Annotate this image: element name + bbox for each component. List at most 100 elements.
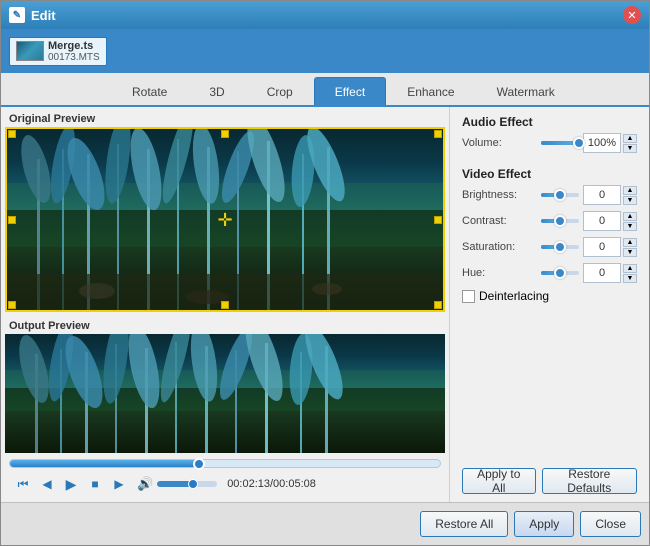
brightness-value[interactable]: 0 [583, 185, 621, 205]
brightness-label: Brightness: [462, 189, 537, 201]
volume-slider-track[interactable] [541, 141, 579, 145]
original-video-scene: ✛ [7, 129, 443, 310]
output-video-scene [5, 334, 445, 453]
crop-handle-bm[interactable] [221, 301, 229, 309]
crop-handle-br[interactable] [434, 301, 442, 309]
volume-icon: 🔊 [137, 476, 153, 492]
saturation-down[interactable]: ▼ [623, 248, 637, 257]
file-thumbnail [16, 41, 44, 61]
brightness-down[interactable]: ▼ [623, 196, 637, 205]
apply-to-all-button[interactable]: Apply to All [462, 468, 536, 494]
brightness-track[interactable] [541, 193, 579, 197]
deinterlacing-row: Deinterlacing [462, 289, 637, 303]
contrast-down[interactable]: ▼ [623, 222, 637, 231]
output-scene-svg [5, 334, 445, 453]
prev-frame-button[interactable]: ◀ [37, 474, 57, 494]
restore-defaults-button[interactable]: Restore Defaults [542, 468, 637, 494]
original-preview-label: Original Preview [5, 111, 445, 127]
output-preview-box [5, 334, 445, 453]
close-window-button[interactable]: ✕ [623, 6, 641, 24]
skip-back-button[interactable]: ⏮ [13, 474, 33, 494]
stop-button[interactable]: ■ [85, 474, 105, 494]
contrast-up[interactable]: ▲ [623, 212, 637, 221]
right-panel: Audio Effect Volume: 100% ▲ ▼ [449, 107, 649, 502]
saturation-dot[interactable] [554, 241, 566, 253]
saturation-row: Saturation: 0 ▲ ▼ [462, 237, 637, 257]
brightness-dot[interactable] [554, 189, 566, 201]
tab-bar: Rotate 3D Crop Effect Enhance Watermark [1, 73, 649, 107]
tab-crop[interactable]: Crop [246, 77, 314, 105]
hue-up[interactable]: ▲ [623, 264, 637, 273]
saturation-up[interactable]: ▲ [623, 238, 637, 247]
close-button[interactable]: Close [580, 511, 641, 537]
brightness-row: Brightness: 0 ▲ ▼ [462, 185, 637, 205]
volume-container: 🔊 [137, 476, 217, 492]
progress-fill [10, 460, 199, 467]
file-bar: Merge.ts 00173.MTS [1, 29, 649, 73]
crop-handle-tm[interactable] [221, 130, 229, 138]
volume-thumb[interactable] [188, 479, 198, 489]
window-icon: ✎ [9, 7, 25, 23]
contrast-label: Contrast: [462, 215, 537, 227]
saturation-label: Saturation: [462, 241, 537, 253]
play-button[interactable]: ▶ [61, 474, 81, 494]
crop-handle-tr[interactable] [434, 130, 442, 138]
title-bar: ✎ Edit ✕ [1, 1, 649, 29]
hue-down[interactable]: ▼ [623, 274, 637, 283]
saturation-value-group: 0 ▲ ▼ [583, 237, 637, 257]
audio-effect-title: Audio Effect [462, 115, 637, 129]
footer: Restore All Apply Close [1, 502, 649, 545]
tab-rotate[interactable]: Rotate [111, 77, 188, 105]
contrast-spin: ▲ ▼ [623, 212, 637, 231]
tab-watermark[interactable]: Watermark [476, 77, 576, 105]
volume-value-group: 100% ▲ ▼ [583, 133, 637, 153]
file-name: Merge.ts [48, 40, 100, 52]
crop-handle-tl[interactable] [8, 130, 16, 138]
crop-crosshair: ✛ [217, 211, 232, 229]
transport-bar: ⏮ ◀ ▶ ■ ▶ 🔊 00:02:13/00:05:08 [5, 470, 445, 498]
volume-value-box[interactable]: 100% [583, 133, 621, 153]
file-subname: 00173.MTS [48, 52, 100, 63]
window-title: Edit [31, 8, 623, 23]
audio-effect-section: Audio Effect Volume: 100% ▲ ▼ [462, 115, 637, 159]
crop-handle-mr[interactable] [434, 216, 442, 224]
contrast-row: Contrast: 0 ▲ ▼ [462, 211, 637, 231]
original-preview-box: ✛ [5, 127, 445, 312]
contrast-value-group: 0 ▲ ▼ [583, 211, 637, 231]
volume-slider[interactable] [157, 481, 217, 487]
crop-handle-bl[interactable] [8, 301, 16, 309]
contrast-value[interactable]: 0 [583, 211, 621, 231]
crop-handle-ml[interactable] [8, 216, 16, 224]
file-item[interactable]: Merge.ts 00173.MTS [9, 37, 107, 66]
restore-all-button[interactable]: Restore All [420, 511, 508, 537]
saturation-value[interactable]: 0 [583, 237, 621, 257]
hue-dot[interactable] [554, 267, 566, 279]
contrast-track[interactable] [541, 219, 579, 223]
hue-value-group: 0 ▲ ▼ [583, 263, 637, 283]
saturation-track[interactable] [541, 245, 579, 249]
hue-spin: ▲ ▼ [623, 264, 637, 283]
progress-thumb[interactable] [193, 458, 205, 470]
hue-value[interactable]: 0 [583, 263, 621, 283]
apply-button[interactable]: Apply [514, 511, 574, 537]
volume-slider-dot[interactable] [573, 137, 585, 149]
hue-row: Hue: 0 ▲ ▼ [462, 263, 637, 283]
contrast-dot[interactable] [554, 215, 566, 227]
video-effect-section: Video Effect Brightness: 0 ▲ ▼ [462, 167, 637, 303]
video-effect-title: Video Effect [462, 167, 637, 181]
volume-down-btn[interactable]: ▼ [623, 144, 637, 153]
edit-window: ✎ Edit ✕ Merge.ts 00173.MTS Rotate 3D Cr… [0, 0, 650, 546]
tab-enhance[interactable]: Enhance [386, 77, 475, 105]
volume-spin: ▲ ▼ [623, 134, 637, 153]
deinterlacing-checkbox[interactable] [462, 290, 475, 303]
time-display: 00:02:13/00:05:08 [227, 478, 316, 490]
next-frame-button[interactable]: ▶ [109, 474, 129, 494]
hue-track[interactable] [541, 271, 579, 275]
brightness-up[interactable]: ▲ [623, 186, 637, 195]
volume-up-btn[interactable]: ▲ [623, 134, 637, 143]
main-content: Original Preview [1, 107, 649, 502]
tab-effect[interactable]: Effect [314, 77, 386, 105]
preview-area: Original Preview [1, 107, 449, 502]
playback-progress[interactable] [9, 459, 441, 468]
tab-3d[interactable]: 3D [188, 77, 245, 105]
